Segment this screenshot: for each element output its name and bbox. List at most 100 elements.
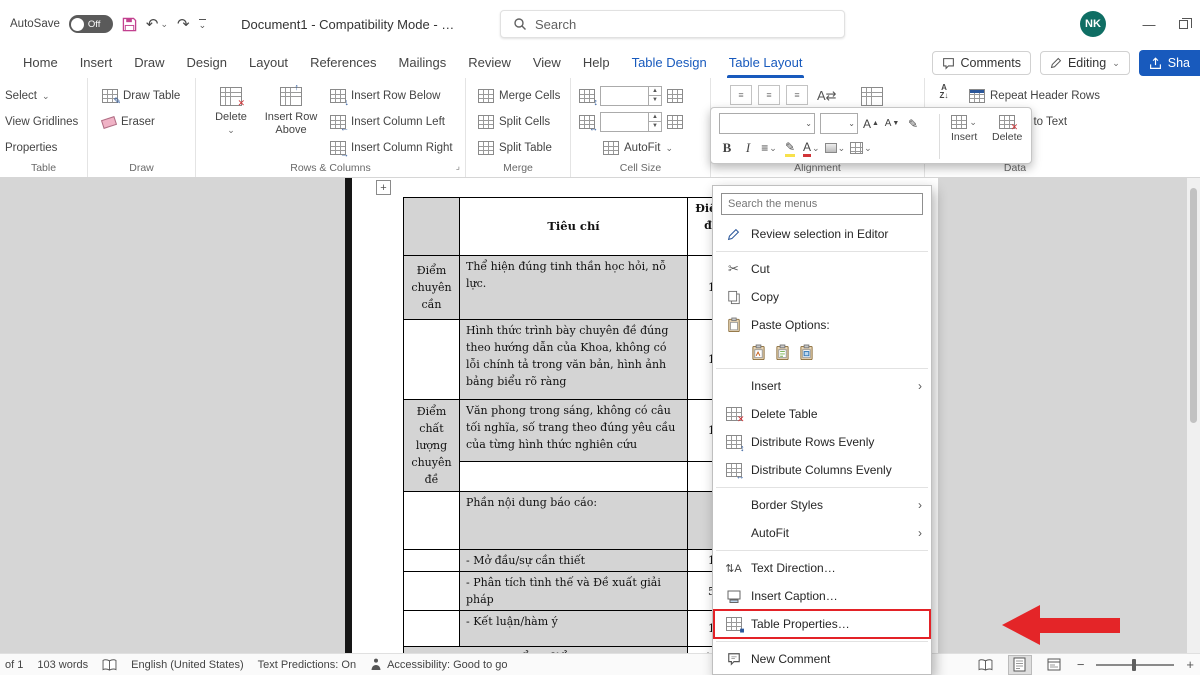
- zoom-out-button[interactable]: −: [1077, 657, 1085, 672]
- dialog-launcher-icon[interactable]: ⌟: [456, 161, 460, 172]
- insert-row-above-button[interactable]: ↑ Insert Row Above: [260, 84, 322, 137]
- table-cell-text[interactable]: Hình thức trình bày chuyên đề đúng theo …: [460, 320, 688, 400]
- menu-item-insert[interactable]: Insert ›: [713, 372, 931, 400]
- text-predictions-indicator[interactable]: Text Predictions: On: [258, 659, 356, 671]
- tab-review[interactable]: Review: [457, 48, 522, 78]
- table-properties-button[interactable]: Properties: [5, 137, 57, 159]
- insert-column-left-button[interactable]: ← Insert Column Left: [330, 111, 445, 133]
- tab-table-layout[interactable]: Table Layout: [718, 48, 814, 78]
- align-top-right-icon[interactable]: ≡: [786, 85, 808, 105]
- table-cell[interactable]: [404, 198, 460, 256]
- font-name-combobox[interactable]: ⌄: [719, 113, 815, 134]
- insert-row-below-button[interactable]: ↓ Insert Row Below: [330, 85, 440, 107]
- tab-home[interactable]: Home: [12, 48, 69, 78]
- tab-view[interactable]: View: [522, 48, 572, 78]
- menu-item-cut[interactable]: ✂ Cut: [713, 255, 931, 283]
- font-color-button[interactable]: A⌄: [803, 138, 820, 158]
- table-header-criteria[interactable]: Tiêu chí: [460, 198, 688, 256]
- text-direction-button[interactable]: A⇄: [817, 85, 837, 107]
- align-top-center-icon[interactable]: ≡: [758, 85, 780, 105]
- shrink-font-button[interactable]: A▼: [884, 114, 900, 134]
- read-mode-button[interactable]: [975, 656, 997, 674]
- comments-button[interactable]: Comments: [932, 51, 1031, 75]
- customize-quick-access-button[interactable]: ⌄: [199, 19, 207, 29]
- table-row[interactable]: - Kết luận/hàm ý 1: [404, 611, 736, 647]
- menu-item-distribute-columns[interactable]: ↔ Distribute Columns Evenly: [713, 456, 931, 484]
- menu-item-table-properties[interactable]: ■ Table Properties…: [713, 610, 931, 638]
- accessibility-status[interactable]: Accessibility: Good to go: [370, 658, 507, 671]
- save-button[interactable]: [122, 17, 137, 32]
- print-layout-button[interactable]: [1009, 656, 1031, 674]
- table-cell[interactable]: [404, 572, 460, 611]
- table-cell-text[interactable]: Phần nội dung báo cáo:: [460, 492, 688, 550]
- distribute-columns-icon[interactable]: [667, 115, 683, 129]
- menu-item-text-direction[interactable]: ⇅A Text Direction…: [713, 554, 931, 582]
- table-cell-group[interactable]: Điểm chuyên cần: [404, 256, 460, 320]
- text-highlight-button[interactable]: ✎: [782, 138, 798, 158]
- table-cell[interactable]: [404, 611, 460, 647]
- paste-keep-source-formatting-button[interactable]: [751, 344, 766, 361]
- table-cell-text[interactable]: - Phân tích tình thế và Đề xuất giải phá…: [460, 572, 688, 611]
- search-input[interactable]: [535, 17, 795, 32]
- table-row[interactable]: Điểm chuyên cần Thể hiện đúng tinh thần …: [404, 256, 736, 320]
- tab-insert[interactable]: Insert: [69, 48, 124, 78]
- table-cell[interactable]: [460, 462, 688, 492]
- split-cells-button[interactable]: Split Cells: [478, 111, 550, 133]
- editing-mode-button[interactable]: Editing ⌄: [1040, 51, 1130, 75]
- word-count[interactable]: 103 words: [37, 659, 88, 671]
- search-box[interactable]: [500, 10, 845, 38]
- document-table[interactable]: Tiêu chí Điểm đa Điểm chuyên cần Thể hiệ…: [403, 197, 736, 669]
- share-button[interactable]: Sha: [1139, 50, 1200, 76]
- undo-button[interactable]: ↶⌄: [146, 15, 168, 33]
- zoom-in-button[interactable]: +: [1186, 657, 1194, 672]
- column-width-input[interactable]: ▲▼: [600, 112, 662, 132]
- shading-button[interactable]: ⌄: [825, 138, 846, 158]
- font-size-combobox[interactable]: ⌄: [820, 113, 858, 134]
- table-row[interactable]: Điểm chất lượng chuyên đề Văn phong tron…: [404, 400, 736, 462]
- menu-item-distribute-rows[interactable]: ↕ Distribute Rows Evenly: [713, 428, 931, 456]
- paste-picture-button[interactable]: [799, 344, 814, 361]
- web-layout-button[interactable]: [1043, 656, 1065, 674]
- menu-item-autofit[interactable]: AutoFit ›: [713, 519, 931, 547]
- spinner-down-icon[interactable]: ▼: [648, 121, 661, 131]
- menu-item-delete-table[interactable]: ✕ Delete Table: [713, 400, 931, 428]
- insert-table-button[interactable]: ⌄ Insert: [951, 115, 977, 143]
- italic-button[interactable]: I: [740, 138, 756, 158]
- grow-font-button[interactable]: A▲: [863, 114, 879, 134]
- table-cell-text[interactable]: - Kết luận/hàm ý: [460, 611, 688, 647]
- tab-draw[interactable]: Draw: [123, 48, 175, 78]
- view-gridlines-button[interactable]: View Gridlines: [5, 111, 78, 133]
- tab-mailings[interactable]: Mailings: [388, 48, 458, 78]
- table-cell-text[interactable]: Văn phong trong sáng, không có câu tối n…: [460, 400, 688, 462]
- menu-item-copy[interactable]: Copy: [713, 283, 931, 311]
- insert-column-right-button[interactable]: → Insert Column Right: [330, 137, 453, 159]
- table-cell-text[interactable]: - Mở đầu/sự cần thiết: [460, 550, 688, 572]
- restore-button[interactable]: [1166, 0, 1200, 48]
- language-indicator[interactable]: English (United States): [131, 659, 244, 671]
- repeat-header-rows-button[interactable]: Repeat Header Rows: [969, 85, 1100, 107]
- delete-button[interactable]: ✕ Delete ⌄: [208, 84, 254, 137]
- eraser-button[interactable]: Eraser: [102, 111, 155, 133]
- spinner-down-icon[interactable]: ▼: [648, 95, 661, 105]
- borders-button[interactable]: ⌄: [850, 138, 872, 158]
- styles-button[interactable]: ✎: [905, 114, 921, 134]
- table-cell-text[interactable]: Thể hiện đúng tinh thần học hỏi, nỗ lực.: [460, 256, 688, 320]
- avatar[interactable]: NK: [1080, 11, 1106, 37]
- draw-table-button[interactable]: ✎ Draw Table: [102, 85, 180, 107]
- vertical-scrollbar[interactable]: [1187, 178, 1200, 653]
- menu-item-border-styles[interactable]: Border Styles ›: [713, 491, 931, 519]
- table-row[interactable]: - Phân tích tình thế và Đề xuất giải phá…: [404, 572, 736, 611]
- tab-design[interactable]: Design: [176, 48, 238, 78]
- menu-search-box[interactable]: [721, 193, 923, 215]
- bold-button[interactable]: B: [719, 138, 735, 158]
- redo-button[interactable]: ↷: [177, 15, 190, 33]
- tab-references[interactable]: References: [299, 48, 387, 78]
- zoom-slider-thumb[interactable]: [1132, 659, 1136, 671]
- cell-margins-button[interactable]: [861, 85, 883, 107]
- table-cell[interactable]: [404, 320, 460, 400]
- table-cell-group[interactable]: Điểm chất lượng chuyên đề: [404, 400, 460, 492]
- paragraph-alignment-button[interactable]: ≡⌄: [761, 138, 777, 158]
- proofing-status[interactable]: [102, 659, 117, 671]
- tab-layout[interactable]: Layout: [238, 48, 299, 78]
- split-table-button[interactable]: Split Table: [478, 137, 552, 159]
